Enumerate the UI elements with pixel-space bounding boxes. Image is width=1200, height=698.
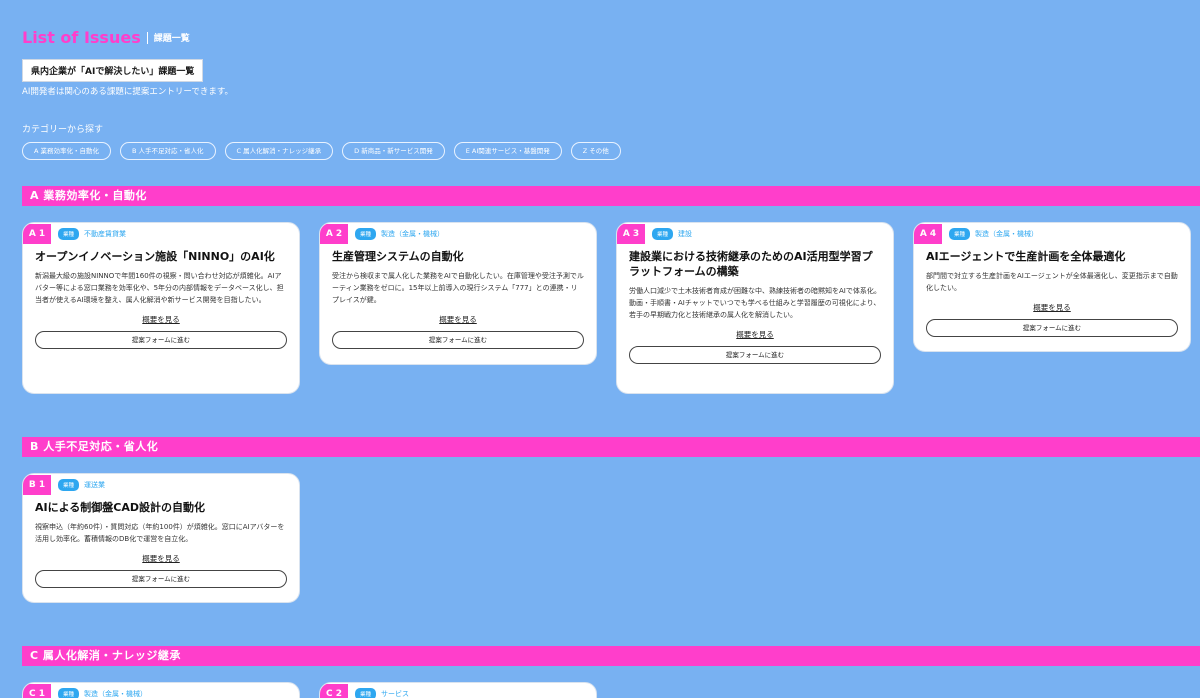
category-pill-c[interactable]: C 属人化解消・ナレッジ継承 <box>224 142 334 160</box>
category-pill-z[interactable]: Z その他 <box>570 142 621 160</box>
proposal-form-button[interactable]: 提案フォームに進む <box>332 331 584 349</box>
view-summary-link[interactable]: 概要を見る <box>914 302 1190 313</box>
category-pill-a[interactable]: A 業務効率化・自動化 <box>22 142 112 160</box>
page-header: List of Issues 課題一覧 県内企業が「AIで解決したい」課題一覧 … <box>22 28 233 97</box>
industry-label: 製造（金属・機械） <box>84 690 148 698</box>
proposal-form-button[interactable]: 提案フォームに進む <box>926 319 1178 337</box>
industry-label: 製造（金属・機械） <box>975 230 1039 238</box>
issue-description: 労働人口減少で土木技術者育成が困難な中、熟練技術者の暗黙知をAIで体系化。動画・… <box>629 287 881 319</box>
issue-code-badge: A 4 <box>914 224 942 244</box>
issue-code-badge: B 1 <box>23 475 51 495</box>
issue-code-badge: A 2 <box>320 224 348 244</box>
section-header-b: B 人手不足対応・省人化 <box>22 437 1200 457</box>
industry-tag: 業種 <box>355 228 377 240</box>
page-subtitle: 県内企業が「AIで解決したい」課題一覧 <box>22 59 204 82</box>
industry-tag: 業種 <box>58 688 80 698</box>
issue-code-badge: A 1 <box>23 224 51 244</box>
card-meta: B 1 業種 運送業 <box>23 474 299 496</box>
industry-tag: 業種 <box>58 228 80 240</box>
card-meta: A 1 業種 不動産賃貸業 <box>23 223 299 245</box>
proposal-form-button[interactable]: 提案フォームに進む <box>35 570 287 588</box>
view-summary-link[interactable]: 概要を見る <box>23 553 299 564</box>
issue-description: 新潟最大級の施設NINNOで年間160件の視察・問い合わせ対応が煩雑化。AIアバ… <box>35 272 284 304</box>
industry-label: サービス <box>381 690 410 698</box>
industry-label: 運送業 <box>84 481 106 489</box>
page-lead: AI開発者は関心のある課題に提案エントリーできます。 <box>22 87 233 97</box>
issue-code-badge: C 2 <box>320 684 348 698</box>
issue-title: AIによる制御盤CAD設計の自動化 <box>35 501 205 514</box>
issue-card-a2: A 2 業種 製造（金属・機械） 生産管理システムの自動化 受注から検収まで属人… <box>319 222 597 365</box>
section-header-c: C 属人化解消・ナレッジ継承 <box>22 646 1200 666</box>
view-summary-link[interactable]: 概要を見る <box>617 329 893 340</box>
issue-card-a4: A 4 業種 製造（金属・機械） AIエージェントで生産計画を全体最適化 部門間… <box>913 222 1191 352</box>
industry-tag: 業種 <box>949 228 971 240</box>
issue-code-badge: A 3 <box>617 224 645 244</box>
issue-card-c2: C 2 業種 サービス <box>319 682 597 698</box>
industry-tag: 業種 <box>58 479 80 491</box>
issue-card-a1: A 1 業種 不動産賃貸業 オープンイノベーション施設「NINNO」のAI化 新… <box>22 222 300 394</box>
issue-description: 受注から検収まで属人化した業務をAIで自動化したい。在庫管理や受注予測でルーティ… <box>332 272 584 304</box>
industry-tag: 業種 <box>355 688 377 698</box>
issue-title: 生産管理システムの自動化 <box>332 250 464 263</box>
card-meta: C 2 業種 サービス <box>320 683 596 698</box>
proposal-form-button[interactable]: 提案フォームに進む <box>35 331 287 349</box>
title-row: List of Issues 課題一覧 <box>22 28 233 47</box>
card-meta: A 2 業種 製造（金属・機械） <box>320 223 596 245</box>
issue-card-b1: B 1 業種 運送業 AIによる制御盤CAD設計の自動化 視察申込（年約60件）… <box>22 473 300 603</box>
page-title: List of Issues <box>22 28 141 47</box>
category-pill-b[interactable]: B 人手不足対応・省人化 <box>120 142 216 160</box>
industry-label: 建設 <box>678 230 693 238</box>
industry-tag: 業種 <box>652 228 674 240</box>
category-pill-d[interactable]: D 新商品・新サービス開発 <box>342 142 445 160</box>
industry-label: 不動産賃貸業 <box>84 230 127 238</box>
category-filter-label: カテゴリーから探す <box>22 125 104 135</box>
category-filter-list: A 業務効率化・自動化 B 人手不足対応・省人化 C 属人化解消・ナレッジ継承 … <box>22 142 621 160</box>
issue-title: オープンイノベーション施設「NINNO」のAI化 <box>35 250 275 263</box>
issue-card-c1: C 1 業種 製造（金属・機械） <box>22 682 300 698</box>
issue-description: 視察申込（年約60件）・質問対応（年約100件）が煩雑化。窓口にAIアバターを活… <box>35 523 285 543</box>
issue-card-a3: A 3 業種 建設 建設業における技術継承のためのAI活用型学習プラットフォーム… <box>616 222 894 394</box>
page-title-ja: 課題一覧 <box>153 34 190 44</box>
issue-title: 建設業における技術継承のためのAI活用型学習プラットフォームの構築 <box>629 250 873 278</box>
card-meta: A 3 業種 建設 <box>617 223 893 245</box>
issue-description: 部門間で対立する生産計画をAIエージェントが全体最適化し、変更指示まで自動化した… <box>926 272 1178 292</box>
title-divider <box>146 31 148 44</box>
section-header-a: A 業務効率化・自動化 <box>22 186 1200 206</box>
proposal-form-button[interactable]: 提案フォームに進む <box>629 346 881 364</box>
card-meta: C 1 業種 製造（金属・機械） <box>23 683 299 698</box>
issue-title: AIエージェントで生産計画を全体最適化 <box>926 250 1126 263</box>
view-summary-link[interactable]: 概要を見る <box>320 314 596 325</box>
card-meta: A 4 業種 製造（金属・機械） <box>914 223 1190 245</box>
issue-code-badge: C 1 <box>23 684 51 698</box>
category-pill-e[interactable]: E AI関連サービス・基盤開発 <box>453 142 562 160</box>
view-summary-link[interactable]: 概要を見る <box>23 314 299 325</box>
industry-label: 製造（金属・機械） <box>381 230 445 238</box>
